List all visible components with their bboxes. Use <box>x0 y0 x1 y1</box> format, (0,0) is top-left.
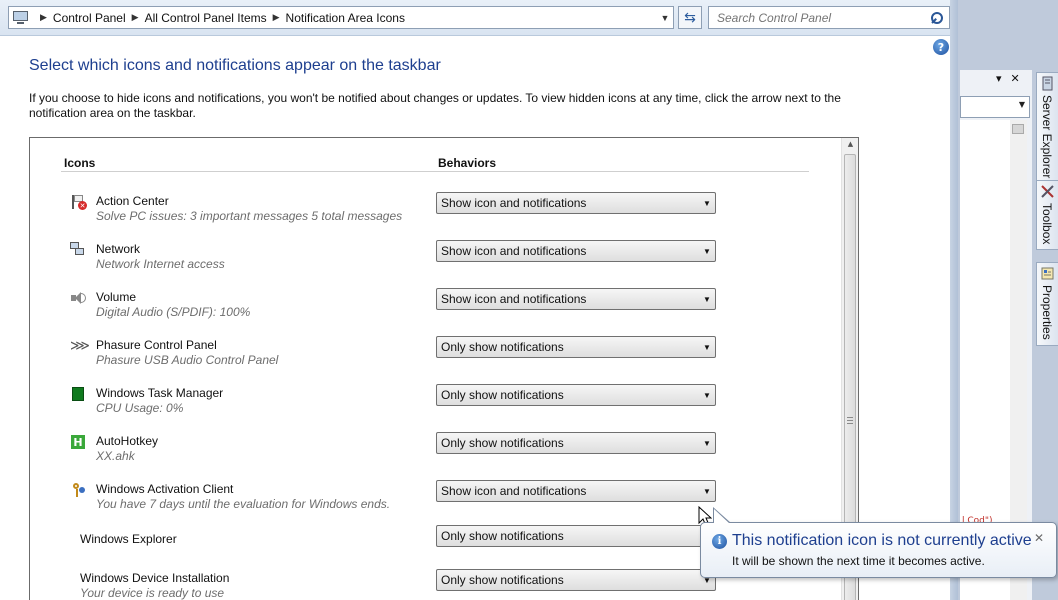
dropdown-arrow-icon: ▼ <box>703 438 711 448</box>
item-name: AutoHotkey <box>96 434 159 448</box>
tab-toolbox[interactable]: Toolbox <box>1036 180 1058 250</box>
item-name: Windows Explorer <box>80 532 177 546</box>
item-status: Phasure USB Audio Control Panel <box>96 353 279 367</box>
dropdown-arrow-icon: ▼ <box>1018 100 1025 109</box>
item-name: Windows Device Installation <box>80 571 230 585</box>
tab-label: Server Explorer <box>1040 95 1054 179</box>
breadcrumb-control-panel[interactable]: Control Panel <box>53 11 126 25</box>
behavior-value: Only show notifications <box>441 388 564 402</box>
table-row: ⋙ Phasure Control Panel Phasure USB Audi… <box>30 336 840 376</box>
address-bar: ▶ Control Panel ▶ All Control Panel Item… <box>0 0 958 36</box>
dropdown-arrow-icon: ▼ <box>703 294 711 304</box>
breadcrumb-separator-icon[interactable]: ▶ <box>273 12 280 23</box>
action-center-icon: ✕ <box>70 194 87 210</box>
breadcrumb[interactable]: ▶ Control Panel ▶ All Control Panel Item… <box>8 6 674 29</box>
behavior-value: Only show notifications <box>441 573 564 587</box>
behavior-value: Show icon and notifications <box>441 292 587 306</box>
behavior-dropdown[interactable]: Only show notifications ▼ <box>436 384 716 406</box>
window-divider <box>950 0 958 600</box>
tooltip-close-button[interactable]: ✕ <box>1034 531 1044 545</box>
help-button[interactable]: ? <box>933 39 949 55</box>
breadcrumb-separator-icon[interactable]: ▶ <box>40 12 47 23</box>
task-manager-icon <box>70 386 86 402</box>
address-history-dropdown-icon[interactable]: ▼ <box>657 13 673 23</box>
phasure-icon: ⋙ <box>70 338 90 354</box>
network-icon <box>70 242 86 258</box>
item-status: Solve PC issues: 3 important messages 5 … <box>96 209 403 223</box>
dropdown-arrow-icon: ▼ <box>703 486 711 496</box>
behavior-dropdown[interactable]: Only show notifications ▼ <box>436 569 716 591</box>
autohotkey-icon: H <box>70 434 86 450</box>
behavior-value: Show icon and notifications <box>441 244 587 258</box>
dropdown-arrow-icon: ▼ <box>703 198 711 208</box>
item-name: Volume <box>96 290 137 304</box>
panel-menu-icon[interactable]: ▾ <box>996 72 1002 85</box>
tab-properties[interactable]: Properties <box>1036 262 1058 346</box>
item-status: Network Internet access <box>96 257 225 271</box>
item-status: CPU Usage: 0% <box>96 401 184 415</box>
volume-icon <box>70 290 86 306</box>
behavior-value: Only show notifications <box>441 529 564 543</box>
search-icon[interactable] <box>931 11 943 24</box>
table-row: ✕ Action Center Solve PC issues: 3 impor… <box>30 192 840 232</box>
info-icon: i <box>712 534 727 549</box>
behavior-value: Only show notifications <box>441 340 564 354</box>
control-panel-icon <box>12 10 30 25</box>
table-row: Windows Task Manager CPU Usage: 0% Only … <box>30 384 840 424</box>
behavior-value: Show icon and notifications <box>441 484 587 498</box>
behavior-dropdown[interactable]: Only show notifications ▼ <box>436 432 716 454</box>
behavior-value: Show icon and notifications <box>441 196 587 210</box>
page-description: If you choose to hide icons and notifica… <box>29 91 841 120</box>
header-divider <box>61 171 809 172</box>
table-row: Volume Digital Audio (S/PDIF): 100% Show… <box>30 288 840 328</box>
notification-tooltip: i This notification icon is not currentl… <box>700 507 1057 578</box>
ide-panel-controls: ▾ ✕ <box>996 72 1029 85</box>
behavior-dropdown[interactable]: Show icon and notifications ▼ <box>436 288 716 310</box>
refresh-button[interactable]: ⇆ <box>678 6 702 29</box>
table-row: H AutoHotkey XX.ahk Only show notificati… <box>30 432 840 472</box>
dropdown-arrow-icon: ▼ <box>703 246 711 256</box>
dropdown-arrow-icon: ▼ <box>703 342 711 352</box>
item-name: Phasure Control Panel <box>96 338 217 352</box>
breadcrumb-separator-icon[interactable]: ▶ <box>132 12 139 23</box>
dropdown-arrow-icon: ▼ <box>703 390 711 400</box>
activation-client-icon <box>70 482 86 498</box>
behavior-dropdown[interactable]: Show icon and notifications ▼ <box>436 480 716 502</box>
behavior-dropdown[interactable]: Only show notifications ▼ <box>436 336 716 358</box>
grip-icon <box>847 417 853 424</box>
ide-dropdown[interactable]: ▼ <box>960 96 1030 118</box>
tab-label: Toolbox <box>1040 203 1054 245</box>
column-header-icons: Icons <box>64 156 96 170</box>
scrollbar-thumb[interactable] <box>1012 124 1024 134</box>
item-name: Action Center <box>96 194 169 208</box>
item-status: Digital Audio (S/PDIF): 100% <box>96 305 251 319</box>
behavior-dropdown[interactable]: Only show notifications ▼ <box>436 525 716 547</box>
table-row: Network Network Internet access Show ico… <box>30 240 840 280</box>
item-name: Windows Task Manager <box>96 386 224 400</box>
search-input[interactable] <box>709 8 931 27</box>
refresh-icon: ⇆ <box>684 9 696 26</box>
behavior-dropdown[interactable]: Show icon and notifications ▼ <box>436 192 716 214</box>
tooltip-title: This notification icon is not currently … <box>732 532 1032 549</box>
tooltip-pointer-fill <box>714 509 730 524</box>
tooltip-text: It will be shown the next time it become… <box>732 554 985 568</box>
item-status: XX.ahk <box>96 449 135 463</box>
breadcrumb-notification-area-icons[interactable]: Notification Area Icons <box>286 11 405 25</box>
control-panel-window: ▶ Control Panel ▶ All Control Panel Item… <box>0 0 958 600</box>
close-icon[interactable]: ✕ <box>1011 72 1020 85</box>
item-status: You have 7 days until the evaluation for… <box>96 497 391 511</box>
tab-label: Properties <box>1040 285 1054 340</box>
breadcrumb-all-items[interactable]: All Control Panel Items <box>145 11 267 25</box>
search-box[interactable] <box>708 6 950 29</box>
behavior-value: Only show notifications <box>441 436 564 450</box>
item-name: Windows Activation Client <box>96 482 234 496</box>
item-status: Your device is ready to use <box>80 586 225 600</box>
behavior-dropdown[interactable]: Show icon and notifications ▼ <box>436 240 716 262</box>
item-name: Network <box>96 242 141 256</box>
page-title: Select which icons and notifications app… <box>29 57 441 74</box>
scroll-up-icon[interactable]: ▲ <box>845 140 856 150</box>
column-header-behaviors: Behaviors <box>438 156 497 170</box>
